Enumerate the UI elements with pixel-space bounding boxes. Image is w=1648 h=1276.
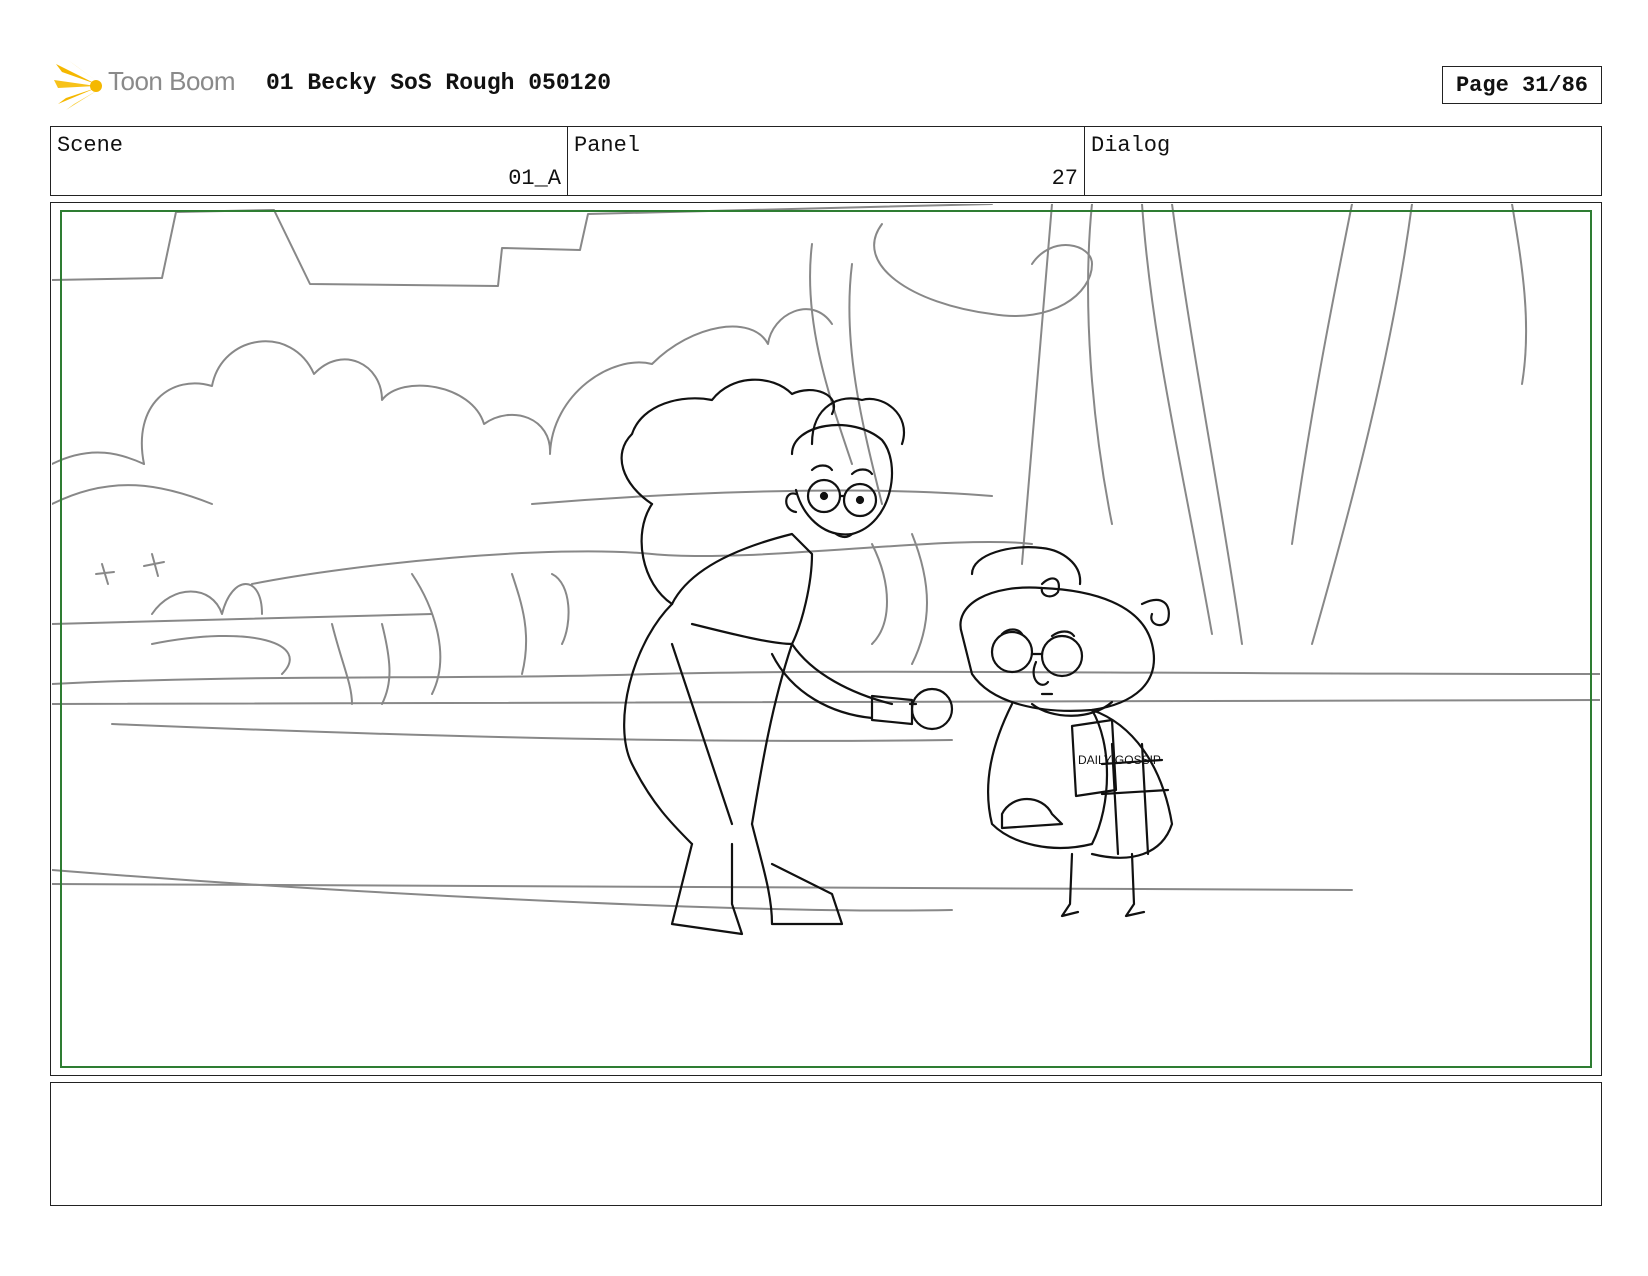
scene-label: Scene bbox=[57, 133, 124, 158]
info-table: Scene 01_A Panel 27 Dialog bbox=[50, 126, 1602, 196]
notes-box bbox=[50, 1082, 1602, 1206]
scene-value: 01_A bbox=[508, 166, 561, 191]
page-indicator: Page 31/86 bbox=[1442, 66, 1602, 104]
scene-cell: Scene 01_A bbox=[51, 127, 568, 195]
panel-value: 27 bbox=[1051, 166, 1078, 191]
dialog-label: Dialog bbox=[1091, 133, 1171, 158]
toon-boom-logo: Toon Boom bbox=[52, 58, 252, 112]
panel-cell: Panel 27 bbox=[568, 127, 1085, 195]
dialog-cell: Dialog bbox=[1085, 127, 1601, 195]
safe-frame bbox=[60, 210, 1592, 1068]
logo-text: Toon Boom bbox=[108, 66, 236, 96]
document-title: 01 Becky SoS Rough 050120 bbox=[266, 70, 612, 96]
panel-label: Panel bbox=[574, 133, 641, 158]
sunburst-logo-icon bbox=[54, 60, 102, 110]
